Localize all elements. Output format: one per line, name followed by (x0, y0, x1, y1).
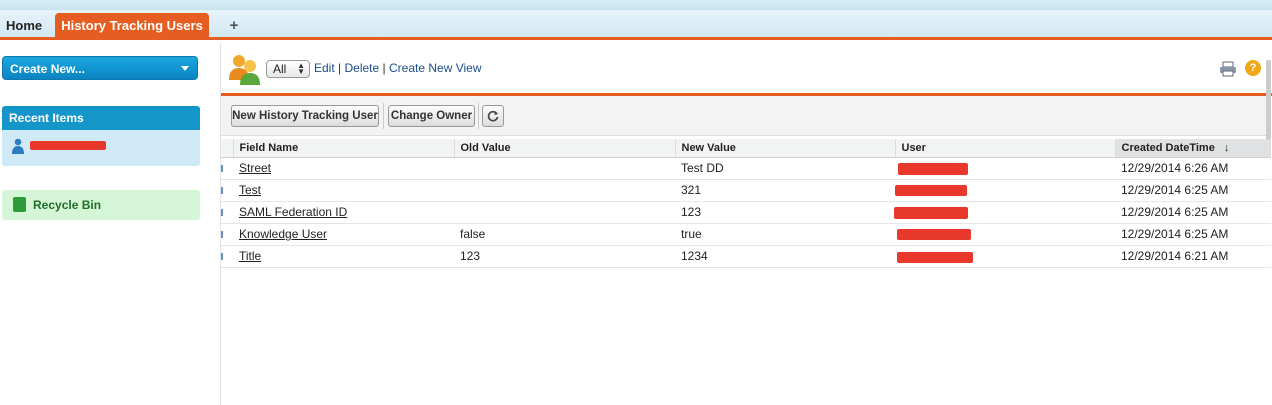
create-new-label: Create New... (10, 62, 85, 76)
cell-new-value: 321 (675, 179, 895, 202)
user-link-redacted[interactable] (894, 206, 968, 219)
edit-view-link[interactable]: Edit (314, 61, 335, 75)
select-arrows-icon: ▲ ▼ (297, 61, 305, 76)
list-toolbar: New History Tracking User Change Owner (221, 96, 1271, 136)
list-panel: New History Tracking User Change Owner F… (221, 93, 1272, 405)
recent-items-list (2, 130, 200, 166)
column-header-created-datetime-label: Created DateTime (1121, 141, 1215, 154)
cell-user (895, 223, 1115, 246)
cell-new-value: Test DD (675, 157, 895, 180)
delete-view-link[interactable]: Delete (345, 61, 380, 75)
cell-old-value (454, 201, 675, 224)
view-select[interactable]: All ▲ ▼ (266, 60, 310, 78)
cell-field-name: SAML Federation ID (233, 201, 454, 224)
cell-old-value: 123 (454, 245, 675, 268)
cell-created-datetime: 12/29/2014 6:25 AM (1115, 179, 1271, 202)
link-separator: | (382, 61, 386, 75)
table-row[interactable]: Title 123 1234 12/29/2014 6:21 AM (221, 245, 1271, 268)
cell-new-value: true (675, 223, 895, 246)
user-link-redacted[interactable] (897, 251, 973, 263)
cell-user (895, 157, 1115, 180)
users-icon (229, 55, 260, 85)
row-selector[interactable] (221, 223, 233, 246)
cell-old-value (454, 157, 675, 180)
view-select-value: All (273, 62, 287, 76)
field-name-link[interactable]: SAML Federation ID (239, 205, 347, 219)
field-name-link[interactable]: Title (239, 249, 261, 263)
recycle-bin[interactable]: Recycle Bin (2, 190, 200, 220)
cell-old-value: false (454, 223, 675, 246)
help-icon[interactable]: ? (1245, 60, 1261, 76)
print-icon[interactable] (1219, 61, 1237, 77)
cell-user (895, 245, 1115, 268)
change-owner-button[interactable]: Change Owner (388, 105, 475, 127)
cell-user (894, 201, 1115, 224)
column-header-created-datetime[interactable]: Created DateTime ↓ (1115, 139, 1271, 158)
main-content: All ▲ ▼ Edit | Delete | Create New View ?… (220, 43, 1272, 405)
field-name-link[interactable]: Street (239, 161, 271, 175)
toolbar-divider (383, 103, 384, 129)
row-selector[interactable] (221, 245, 233, 268)
link-separator: | (338, 61, 342, 75)
person-icon (12, 138, 24, 154)
table-header-row: Field Name Old Value New Value User Crea… (221, 139, 1271, 158)
cell-new-value: 123 (675, 201, 895, 224)
refresh-icon (487, 110, 499, 122)
tab-bar: Home History Tracking Users + (0, 10, 1272, 40)
cell-field-name: Knowledge User (233, 223, 454, 246)
history-table: Field Name Old Value New Value User Crea… (221, 139, 1271, 268)
table-row[interactable]: Knowledge User false true 12/29/2014 6:2… (221, 223, 1271, 246)
sort-desc-icon: ↓ (1223, 141, 1230, 154)
select-column-header (221, 139, 234, 158)
recent-items-header: Recent Items (2, 106, 200, 130)
tab-home[interactable]: Home (0, 13, 48, 40)
top-strip (0, 0, 1272, 10)
toolbar-divider (478, 103, 479, 129)
refresh-button[interactable] (482, 105, 504, 127)
column-header-user[interactable]: User (895, 139, 1116, 158)
create-view-link[interactable]: Create New View (389, 61, 481, 75)
create-new-dropdown[interactable]: Create New... (2, 56, 198, 80)
cell-field-name: Street (233, 157, 454, 180)
add-tab-button[interactable]: + (227, 13, 241, 40)
field-name-link[interactable]: Knowledge User (239, 227, 327, 241)
view-links: Edit | Delete | Create New View (314, 61, 481, 75)
cell-field-name: Title (233, 245, 454, 268)
chevron-down-icon (181, 66, 189, 71)
tab-history-tracking-users[interactable]: History Tracking Users (55, 13, 209, 40)
column-header-new-value[interactable]: New Value (675, 139, 896, 158)
sidebar: Create New... Recent Items Recycle Bin (0, 43, 210, 405)
user-link-redacted[interactable] (897, 228, 971, 240)
column-header-old-value[interactable]: Old Value (454, 139, 676, 158)
row-selector[interactable] (221, 179, 233, 202)
cell-field-name: Test (233, 179, 454, 202)
table-row[interactable]: SAML Federation ID 123 12/29/2014 6:25 A… (221, 201, 1271, 224)
cell-user (895, 179, 1115, 202)
table-row[interactable]: Test 321 12/29/2014 6:25 AM (221, 179, 1271, 202)
user-link-redacted[interactable] (898, 162, 968, 175)
cell-created-datetime: 12/29/2014 6:21 AM (1115, 245, 1271, 268)
recycle-bin-icon (13, 197, 26, 212)
row-selector[interactable] (221, 157, 233, 180)
table-row[interactable]: Street Test DD 12/29/2014 6:26 AM (221, 157, 1271, 180)
user-link-redacted[interactable] (895, 184, 967, 196)
cell-created-datetime: 12/29/2014 6:25 AM (1115, 201, 1271, 224)
recent-item-redacted[interactable] (30, 141, 106, 150)
field-name-link[interactable]: Test (239, 183, 261, 197)
recycle-bin-label: Recycle Bin (33, 198, 102, 212)
right-scrollbar[interactable] (1266, 60, 1271, 140)
cell-old-value (454, 179, 675, 202)
column-header-field-name[interactable]: Field Name (233, 139, 455, 158)
row-selector[interactable] (221, 201, 233, 224)
cell-created-datetime: 12/29/2014 6:25 AM (1115, 223, 1271, 246)
cell-created-datetime: 12/29/2014 6:26 AM (1115, 157, 1271, 180)
new-history-tracking-user-button[interactable]: New History Tracking User (231, 105, 379, 127)
cell-new-value: 1234 (675, 245, 895, 268)
